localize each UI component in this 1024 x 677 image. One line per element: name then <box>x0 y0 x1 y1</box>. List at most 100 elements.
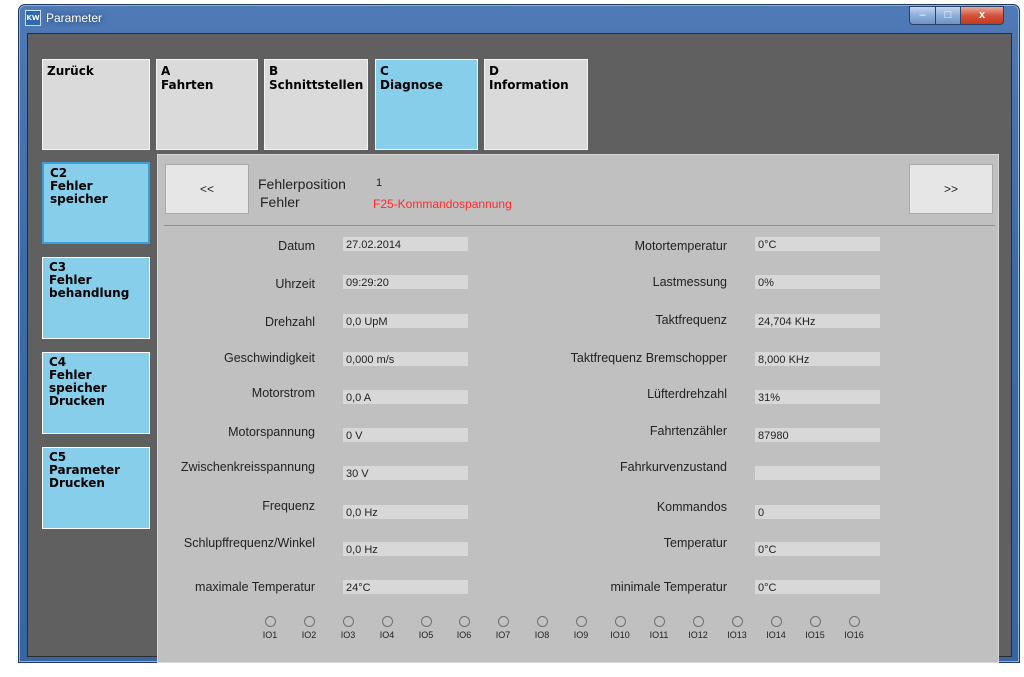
io-label: IO10 <box>610 630 630 640</box>
field-value: 0,0 A <box>343 390 468 404</box>
io-led-icon <box>264 616 276 627</box>
io-label: IO7 <box>495 630 511 640</box>
error-position-value: 1 <box>376 177 383 189</box>
io-indicator: IO10 <box>605 616 635 640</box>
io-led-icon <box>381 616 393 627</box>
tab-fahrten[interactable]: A Fahrten <box>156 59 258 150</box>
io-label: IO13 <box>727 630 747 640</box>
field-label: Fahrtenzähler <box>649 424 727 438</box>
io-led-icon <box>731 616 743 627</box>
field-label: Motorspannung <box>228 425 315 439</box>
tab-label: Fahrten <box>161 78 214 92</box>
field-value: 0°C <box>755 237 880 251</box>
field-value: 0,0 Hz <box>343 542 468 556</box>
io-indicator: IO13 <box>722 616 752 640</box>
client-area: Zurück A Fahrten B Schnittstellen C Diag… <box>27 33 1012 663</box>
field-label: Lüfterdrehzahl <box>647 387 727 401</box>
io-indicator: IO7 <box>488 616 518 640</box>
io-label: IO4 <box>379 630 395 640</box>
field-value: 87980 <box>755 428 880 442</box>
io-led-icon <box>692 616 704 627</box>
field-value: 31% <box>755 390 880 404</box>
minimize-button[interactable]: – <box>909 6 936 25</box>
field-label: minimale Temperatur <box>610 580 727 594</box>
tab-schnittstellen[interactable]: B Schnittstellen <box>264 59 368 150</box>
sidebar-item-label: Drucken <box>49 476 105 490</box>
tab-code: A <box>161 64 171 78</box>
io-label: IO16 <box>844 630 864 640</box>
field-label: Frequenz <box>262 499 315 513</box>
error-label: Fehler <box>260 194 300 210</box>
field-value <box>755 466 880 480</box>
io-led-icon <box>575 616 587 627</box>
io-led-icon <box>653 616 665 627</box>
tab-code: D <box>489 64 499 78</box>
maximize-button[interactable]: □ <box>935 6 961 25</box>
field-label: Fahrkurvenzustand <box>619 460 727 474</box>
io-indicator: IO6 <box>449 616 479 640</box>
field-label: Taktfrequenz <box>655 313 727 327</box>
io-label: IO1 <box>262 630 278 640</box>
field-label: Motorstrom <box>251 386 315 400</box>
sidebar-item-fehlerspeicher[interactable]: C2 Fehler speicher <box>42 162 150 244</box>
app-icon: KW <box>25 10 41 26</box>
field-value: 27.02.2014 <box>343 237 468 251</box>
field-value: 09:29:20 <box>343 275 468 289</box>
field-label: Zwischenkreisspannung <box>180 460 315 474</box>
tab-information[interactable]: D Information <box>484 59 588 150</box>
io-indicator: IO15 <box>800 616 830 640</box>
io-label: IO15 <box>805 630 825 640</box>
io-indicator: IO1 <box>255 616 285 640</box>
io-label: IO6 <box>456 630 472 640</box>
field-value: 0 <box>755 505 880 519</box>
field-label: Drehzahl <box>264 315 315 329</box>
field-value: 30 V <box>343 466 468 480</box>
io-label: IO8 <box>534 630 550 640</box>
field-label: Taktfrequenz Bremschopper <box>570 351 727 365</box>
tab-label: Zurück <box>47 64 94 78</box>
io-label: IO9 <box>573 630 589 640</box>
field-value: 0% <box>755 275 880 289</box>
io-indicator: IO4 <box>372 616 402 640</box>
io-indicator: IO12 <box>683 616 713 640</box>
io-indicator: IO16 <box>839 616 869 640</box>
io-label: IO14 <box>766 630 786 640</box>
io-led-icon <box>458 616 470 627</box>
io-indicator: IO8 <box>527 616 557 640</box>
io-label: IO12 <box>688 630 708 640</box>
field-label: Temperatur <box>663 536 727 550</box>
io-led-icon <box>809 616 821 627</box>
tab-label: Information <box>489 78 569 92</box>
io-led-icon <box>497 616 509 627</box>
io-led-icon <box>303 616 315 627</box>
field-label: Kommandos <box>656 500 727 514</box>
field-value: 24,704 KHz <box>755 314 880 328</box>
field-label: maximale Temperatur <box>195 580 315 594</box>
io-led-icon <box>420 616 432 627</box>
io-led-icon <box>848 616 860 627</box>
diagnose-panel: << Fehlerposition 1 Fehler F25-Kommandos… <box>157 154 999 663</box>
io-label: IO5 <box>418 630 434 640</box>
field-label: Geschwindigkeit <box>223 351 315 365</box>
tab-label: Diagnose <box>380 78 443 92</box>
io-led-icon <box>770 616 782 627</box>
tab-label: Schnittstellen <box>269 78 364 92</box>
error-position-label: Fehlerposition <box>258 176 346 192</box>
field-value: 8,000 KHz <box>755 352 880 366</box>
io-indicator: IO9 <box>566 616 596 640</box>
io-indicator: IO3 <box>333 616 363 640</box>
previous-error-button[interactable]: << <box>165 164 249 214</box>
io-label: IO3 <box>340 630 356 640</box>
application-window: KW Parameter – □ x Zurück A Fahrten B Sc… <box>18 4 1020 663</box>
field-value: 0,000 m/s <box>343 352 468 366</box>
next-error-button[interactable]: >> <box>909 164 993 214</box>
io-led-icon <box>614 616 626 627</box>
io-indicator: IO2 <box>294 616 324 640</box>
field-label: Motortemperatur <box>634 239 727 253</box>
tab-code: C <box>380 64 389 78</box>
tab-zurueck[interactable]: Zurück <box>42 59 150 150</box>
tab-diagnose[interactable]: C Diagnose <box>375 59 478 150</box>
close-button[interactable]: x <box>960 6 1004 25</box>
title-bar[interactable]: KW Parameter – □ x <box>19 5 1019 33</box>
io-led-icon <box>342 616 354 627</box>
